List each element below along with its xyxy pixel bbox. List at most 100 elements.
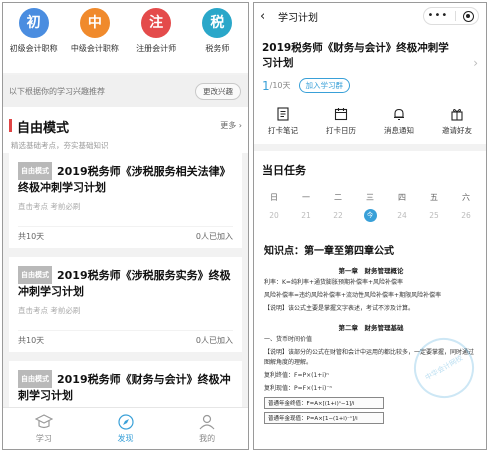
weekday-label: 四 [398, 193, 406, 202]
bell-icon [394, 108, 404, 121]
section-title: 自由模式 [17, 121, 70, 136]
chapter-heading: 第二章 财务管理基础 [338, 324, 404, 332]
knowledge-document[interactable]: 知识点：第一章至第四章公式 第一章 财务管理概论 利率：K=纯利率+通货膨胀预期… [264, 242, 485, 424]
tool-label: 邀请好友 [442, 126, 472, 135]
weekday-label: 三 [366, 193, 374, 202]
day-wed-today[interactable]: 三 今 [357, 192, 383, 222]
weekday-label: 一 [302, 193, 310, 202]
weekday-label: 六 [462, 193, 470, 202]
document-line: 【说明】该公式主要是掌握文字表述，考试不涉及计算。 [264, 305, 415, 312]
plan-card-footer: 共10天 0人已加入 [18, 226, 233, 242]
progress-total: /10天 [269, 81, 291, 90]
day-sat[interactable]: 六 26 [453, 192, 479, 222]
tab-label: 学习 [35, 434, 52, 443]
tool-checkin-notes[interactable]: 打卡笔记 [257, 107, 309, 136]
gift-icon [451, 109, 463, 121]
plan-card-title: 自由模式 2019税务师《涉税服务实务》终极冲刺学习计划 [18, 266, 233, 300]
category-tax[interactable]: 税 税务师 [187, 8, 247, 73]
chuji-icon: 初 [18, 8, 49, 38]
day-thu[interactable]: 四 24 [389, 192, 415, 222]
weekday-label: 日 [270, 193, 278, 202]
nav-bar: ‹ 学习计划 ••• [254, 3, 486, 29]
mode-tag: 自由模式 [18, 162, 52, 180]
compass-icon [117, 414, 134, 430]
free-mode-header: 自由模式 更多 › 精选基础考点，夯实基础知识 [3, 107, 248, 153]
recommend-text: 以下根据你的学习兴趣推荐 [9, 86, 105, 96]
category-chuji[interactable]: 初 初级会计职称 [4, 8, 64, 73]
plan-card-footer: 共10天 0人已加入 [18, 330, 233, 346]
note-icon [277, 107, 289, 121]
plan-card-title: 自由模式 2019税务师《涉税服务相关法律》终极冲刺学习计划 [18, 162, 233, 196]
day-number: 22 [333, 211, 343, 220]
weekday-label: 五 [430, 193, 438, 202]
section-divider [254, 144, 486, 151]
mini-program-capsule: ••• [423, 7, 479, 25]
category-zhongji[interactable]: 中 中级会计职称 [65, 8, 125, 73]
plan-card-subtitle: 直击考点 考前必刷 [18, 306, 81, 315]
plan-progress: 1 /10天 加入学习群 [262, 78, 480, 93]
tool-label: 消息通知 [384, 126, 414, 135]
category-label: 初级会计职称 [9, 44, 58, 53]
tool-label: 打卡日历 [326, 126, 356, 135]
chapter-heading: 第一章 财务管理概论 [338, 267, 404, 275]
plan-joined-count: 0人已加入 [195, 336, 233, 345]
plan-card[interactable]: 自由模式 2019税务师《涉税服务实务》终极冲刺学习计划 直击考点 考前必刷 共1… [9, 257, 242, 352]
join-group-button[interactable]: 加入学习群 [298, 78, 351, 93]
plan-days: 共10天 [18, 336, 45, 345]
chevron-right-icon: › [473, 56, 478, 70]
document-title: 知识点：第一章至第四章公式 [264, 246, 394, 257]
day-number: 24 [397, 211, 407, 220]
bottom-tab-bar: 学习 发现 我的 [3, 407, 248, 449]
day-fri[interactable]: 五 25 [421, 192, 447, 222]
nav-title: 学习计划 [278, 12, 318, 24]
document-line: 风险补偿率=违约风险补偿率+流动性风险补偿率+期限风险补偿率 [264, 292, 442, 299]
category-row: 初 初级会计职称 中 中级会计职称 注 注册会计师 税 税务师 [3, 3, 248, 73]
zhongji-icon: 中 [79, 8, 110, 38]
formula-box: 普通年金终值：F=A×[(1+i)ⁿ−1]/i [264, 397, 384, 409]
day-number: 20 [269, 211, 279, 220]
close-circle-icon[interactable] [463, 10, 475, 22]
tab-label: 发现 [117, 434, 134, 443]
capsule-divider [455, 11, 457, 21]
day-tue[interactable]: 二 22 [325, 192, 351, 222]
tool-row: 打卡笔记 打卡日历 消息通知 邀请好友 [254, 107, 486, 144]
study-plan-screen: ‹ 学习计划 ••• 2019税务师《财务与会计》终极冲刺学习计划 › 1 /1… [253, 2, 487, 450]
mode-tag: 自由模式 [18, 266, 52, 284]
day-number: 26 [461, 211, 471, 220]
tab-label: 我的 [199, 434, 216, 443]
tool-checkin-calendar[interactable]: 打卡日历 [315, 107, 367, 136]
plan-card[interactable]: 自由模式 2019税务师《财务与会计》终极冲刺学习计划 [9, 361, 242, 410]
today-marker: 今 [363, 209, 377, 222]
tool-label: 打卡笔记 [268, 126, 298, 135]
week-strip: 日 20 一 21 二 22 三 今 四 24 五 25 六 26 [254, 192, 486, 222]
tab-study[interactable]: 学习 [3, 408, 85, 449]
recommend-bar: 以下根据你的学习兴趣推荐 更改兴趣 [3, 75, 248, 107]
progress-current: 1 [262, 78, 270, 93]
weekday-label: 二 [334, 193, 342, 202]
cpa-icon: 注 [141, 8, 172, 38]
section-subtitle: 精选基础考点，夯实基础知识 [11, 141, 109, 150]
day-sun[interactable]: 日 20 [261, 192, 287, 222]
discover-screen: 初 初级会计职称 中 中级会计职称 注 注册会计师 税 税务师 以下根据你的学习… [2, 2, 249, 450]
category-cpa[interactable]: 注 注册会计师 [126, 8, 186, 73]
user-icon [199, 414, 215, 430]
back-button[interactable]: ‹ [260, 9, 274, 24]
graduation-cap-icon [34, 414, 53, 429]
plan-header[interactable]: 2019税务师《财务与会计》终极冲刺学习计划 › 1 /10天 加入学习群 [254, 29, 486, 93]
change-interest-button[interactable]: 更改兴趣 [195, 82, 241, 100]
today-task-title: 当日任务 [262, 164, 306, 177]
tab-mine[interactable]: 我的 [166, 408, 248, 449]
calendar-icon [334, 108, 348, 121]
plan-card[interactable]: 自由模式 2019税务师《涉税服务相关法律》终极冲刺学习计划 直击考点 考前必刷 … [9, 153, 242, 248]
tool-invite-friends[interactable]: 邀请好友 [431, 107, 483, 136]
mode-tag: 自由模式 [18, 370, 52, 388]
plan-card-title: 自由模式 2019税务师《财务与会计》终极冲刺学习计划 [18, 370, 233, 404]
tab-discover[interactable]: 发现 [85, 408, 167, 449]
category-label: 税务师 [205, 44, 230, 53]
day-mon[interactable]: 一 21 [293, 192, 319, 222]
more-dots-icon[interactable]: ••• [428, 11, 449, 21]
plan-joined-count: 0人已加入 [195, 232, 233, 241]
document-line: 利率：K=纯利率+通货膨胀预期补偿率+风险补偿率 [264, 279, 404, 286]
more-link[interactable]: 更多 › [220, 120, 242, 131]
tool-notifications[interactable]: 消息通知 [373, 107, 425, 136]
